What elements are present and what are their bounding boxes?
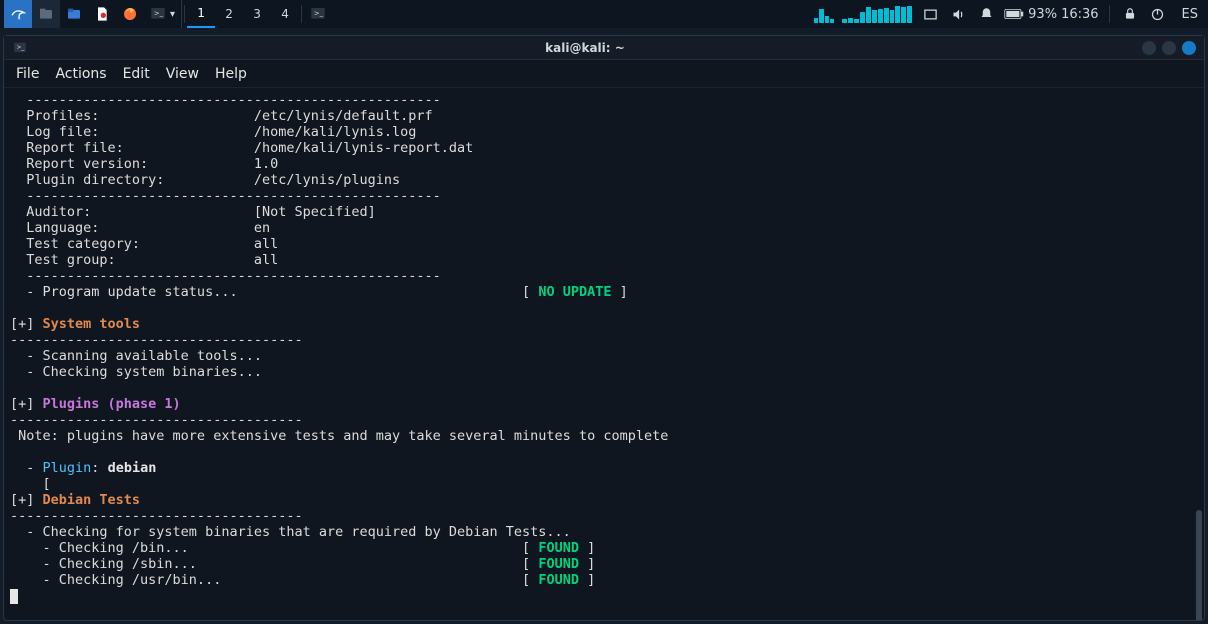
terminal-window: >_ kali@kali: ~ File Actions Edit View H… (3, 35, 1205, 621)
clock: 16:36 (1061, 7, 1098, 22)
text-editor-icon[interactable] (88, 0, 116, 28)
maximize-button[interactable] (1162, 41, 1176, 55)
keyboard-layout[interactable]: ES (1176, 7, 1204, 22)
menu-help[interactable]: Help (215, 66, 247, 82)
window-terminal-icon: >_ (12, 40, 28, 56)
net-graph-icon[interactable] (842, 5, 912, 23)
kali-menu-icon[interactable] (4, 0, 32, 28)
menubar: File Actions Edit View Help (4, 60, 1204, 88)
battery-percent: 93% (1028, 7, 1057, 22)
volume-icon[interactable] (948, 7, 968, 22)
terminal-cursor (10, 589, 18, 604)
svg-text:>_: >_ (314, 9, 324, 17)
firefox-icon[interactable] (116, 0, 144, 28)
scrollbar-thumb[interactable] (1196, 510, 1202, 620)
battery-indicator[interactable]: 93% 16:36 (1004, 7, 1098, 22)
power-icon[interactable] (1148, 7, 1168, 22)
taskbar-terminal-icon[interactable]: >_ (304, 0, 332, 28)
notifications-icon[interactable] (976, 7, 996, 22)
menu-actions[interactable]: Actions (55, 66, 106, 82)
top-panel: >_ ▾ 1 2 3 4 >_ 93% (0, 0, 1208, 28)
terminal-output[interactable]: ----------------------------------------… (4, 88, 1204, 620)
close-button[interactable] (1182, 41, 1196, 55)
workspace-3[interactable]: 3 (243, 0, 271, 28)
svg-text:>_: >_ (154, 9, 164, 17)
svg-text:>_: >_ (17, 45, 25, 51)
minimize-button[interactable] (1142, 41, 1156, 55)
files-icon[interactable] (32, 0, 60, 28)
menu-edit[interactable]: Edit (123, 66, 150, 82)
workspace-2[interactable]: 2 (215, 0, 243, 28)
workspace-1[interactable]: 1 (187, 0, 215, 28)
chevron-down-icon: ▾ (170, 9, 175, 20)
cpu-graph-icon[interactable] (814, 5, 834, 23)
lock-icon[interactable] (1120, 7, 1140, 21)
file-manager-icon[interactable] (60, 0, 88, 28)
menu-file[interactable]: File (16, 66, 39, 82)
menu-view[interactable]: View (166, 66, 199, 82)
terminal-launcher[interactable]: >_ ▾ (144, 0, 182, 28)
titlebar[interactable]: >_ kali@kali: ~ (4, 36, 1204, 60)
window-title: kali@kali: ~ (28, 41, 1142, 55)
workspace-4[interactable]: 4 (271, 0, 299, 28)
workspace-overview-icon[interactable] (920, 7, 940, 22)
